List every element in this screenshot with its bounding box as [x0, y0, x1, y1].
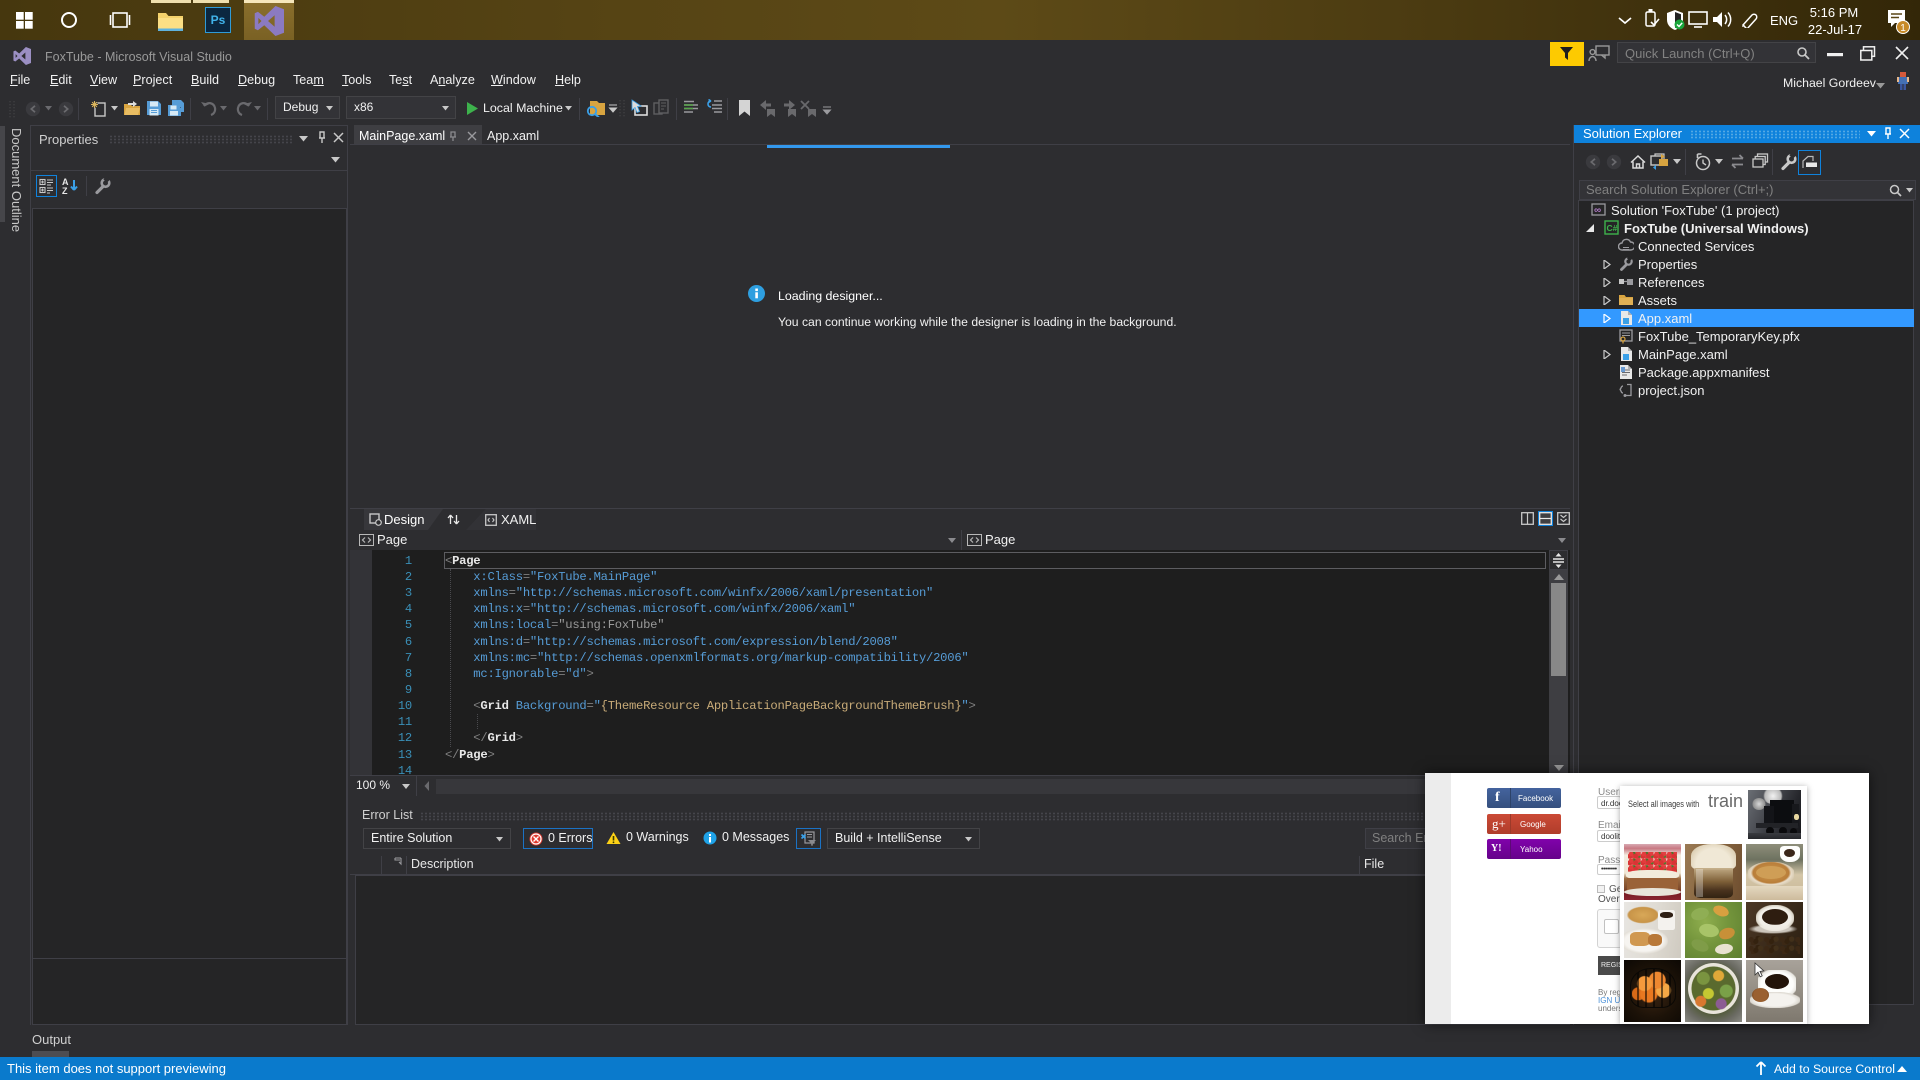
svg-text:∞: ∞ — [1594, 205, 1601, 216]
svg-text:Z: Z — [62, 186, 68, 195]
svg-text:C#: C# — [1607, 223, 1618, 233]
svg-text:1: 1 — [1900, 23, 1906, 34]
